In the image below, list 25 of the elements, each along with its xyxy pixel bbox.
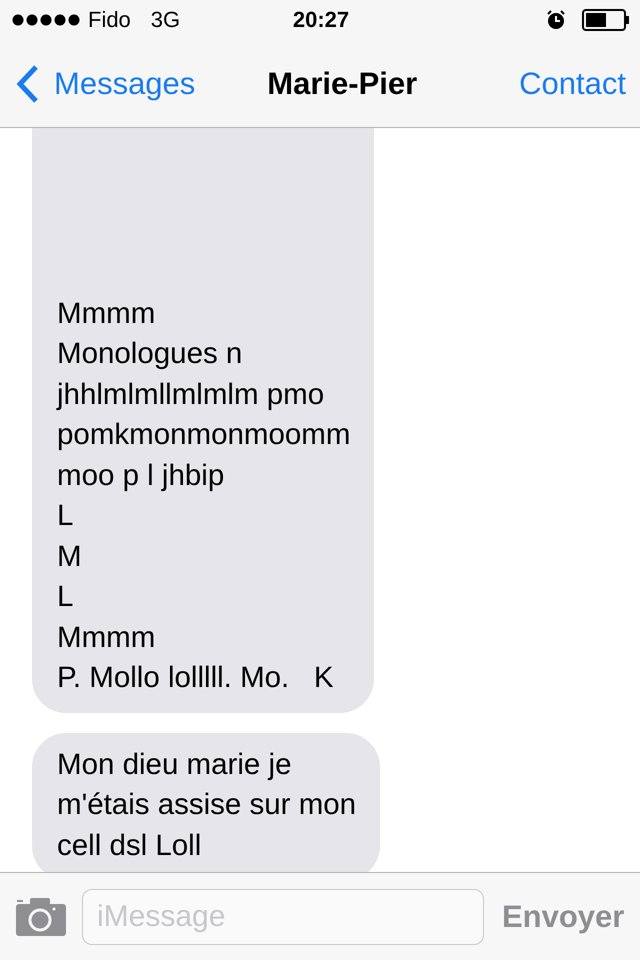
message-text: Mmmm — [57, 296, 156, 332]
alarm-icon — [546, 10, 566, 30]
message-text: jhhlmlmllmlmlm pmo — [57, 376, 326, 412]
send-button[interactable]: Envoyer — [502, 898, 624, 934]
message-text: m'étais assise sur mon — [57, 787, 356, 823]
message-text: Mon dieu marie je — [57, 746, 292, 782]
message-text: cell dsl Loll — [57, 828, 202, 864]
signal-icon — [12, 14, 80, 26]
message-text: Mmmm — [57, 620, 156, 656]
message-text: M — [57, 538, 83, 574]
status-time: 20:27 — [292, 7, 350, 33]
chevron-left-icon[interactable] — [16, 64, 40, 104]
message-text: L — [57, 498, 74, 534]
message-text: P. Mollo lolllll. Mo. K — [57, 660, 335, 696]
contact-button[interactable]: Contact — [519, 66, 626, 102]
conversation-title: Marie-Pier — [267, 66, 418, 102]
message-text: moo p l jhbip — [57, 458, 226, 494]
message-text: pomkmonmonmoomm — [57, 417, 350, 453]
carrier-label: Fido — [88, 7, 131, 33]
battery-icon — [582, 9, 630, 31]
network-label: 3G — [150, 7, 180, 33]
back-button[interactable]: Messages — [16, 64, 196, 104]
message-text: Monologues n — [57, 336, 244, 372]
camera-icon[interactable] — [16, 898, 66, 936]
message-text: L — [57, 579, 74, 615]
